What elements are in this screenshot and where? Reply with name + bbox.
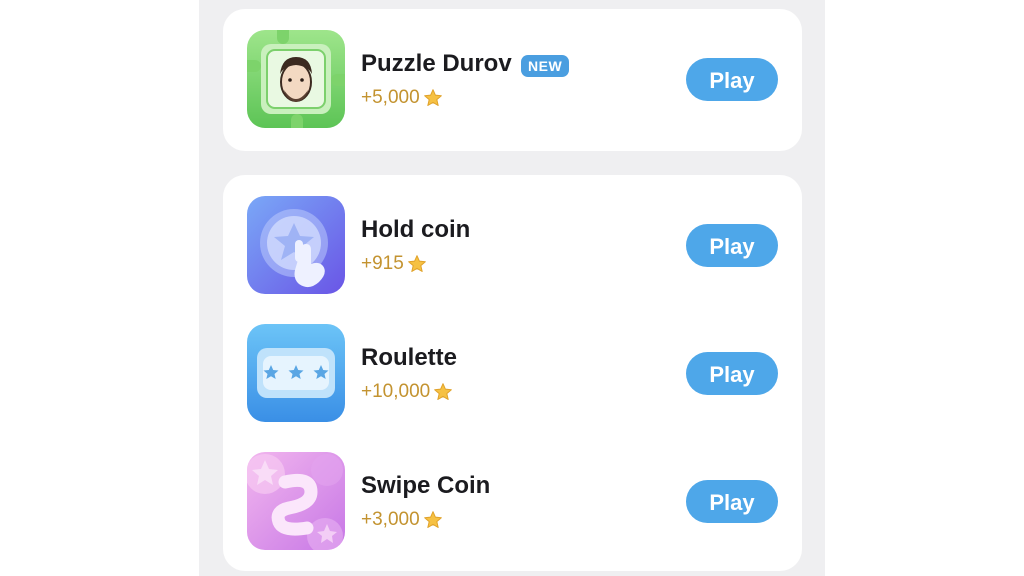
play-button[interactable]: Play	[686, 352, 778, 395]
portrait-puzzle-icon	[247, 30, 345, 128]
featured-games-card: Puzzle Durov NEW +5,000 Play	[223, 9, 802, 151]
star-icon	[434, 383, 453, 400]
reward-amount: +3,000	[361, 509, 443, 531]
star-icon	[423, 511, 442, 528]
star-icon	[423, 89, 442, 106]
swipe-star-icon	[247, 452, 345, 550]
reward-amount: +5,000	[361, 87, 443, 109]
screen: Puzzle Durov NEW +5,000 Play Hold coin +…	[0, 0, 1024, 576]
star-coin-tap-icon	[247, 196, 345, 294]
game-row-hold-coin[interactable]: Hold coin +915 Play	[247, 196, 778, 296]
game-row-swipe-coin[interactable]: Swipe Coin +3,000 Play	[247, 452, 778, 552]
games-panel: Puzzle Durov NEW +5,000 Play Hold coin +…	[199, 0, 825, 576]
star-slot-icon	[247, 324, 345, 422]
game-title: Roulette	[361, 344, 457, 371]
play-button[interactable]: Play	[686, 224, 778, 267]
reward-value: +10,000	[361, 381, 431, 402]
new-badge: NEW	[521, 55, 570, 77]
play-button[interactable]: Play	[686, 480, 778, 523]
games-list-card: Hold coin +915 Play Roulette +10,000 Pla…	[223, 175, 802, 571]
game-title: Swipe Coin	[361, 472, 491, 499]
reward-amount: +10,000	[361, 381, 453, 403]
play-button[interactable]: Play	[686, 58, 778, 101]
reward-value: +915	[361, 253, 404, 274]
game-title: Hold coin	[361, 216, 471, 243]
reward-value: +3,000	[361, 509, 420, 530]
reward-value: +5,000	[361, 87, 420, 108]
game-row-roulette[interactable]: Roulette +10,000 Play	[247, 324, 778, 424]
star-icon	[407, 255, 426, 272]
reward-amount: +915	[361, 253, 427, 275]
game-title: Puzzle Durov	[361, 50, 512, 77]
game-row-puzzle-durov[interactable]: Puzzle Durov NEW +5,000 Play	[247, 30, 778, 130]
